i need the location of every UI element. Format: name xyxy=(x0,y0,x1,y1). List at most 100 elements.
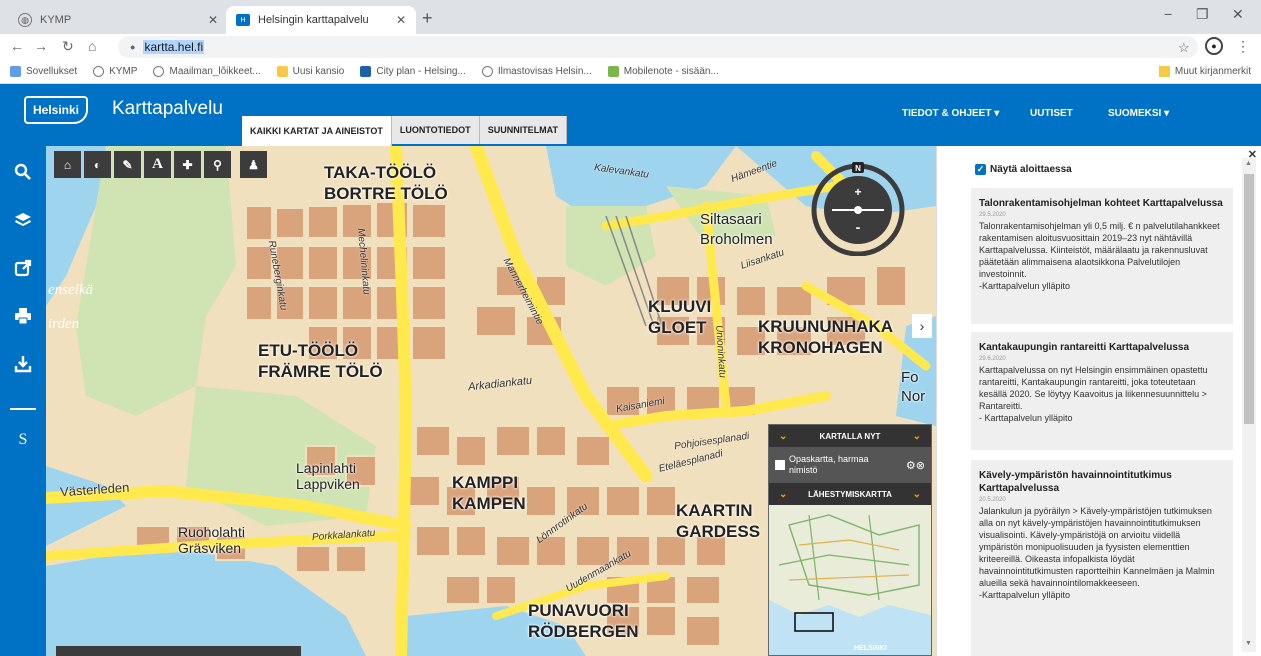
new-tab-icon[interactable]: + xyxy=(422,8,433,29)
measure-button[interactable]: ✚ xyxy=(174,151,201,178)
globe-icon: ◍ xyxy=(18,13,32,27)
district-label-etu-toolo: ETU-TÖÖLÖ FRÄMRE TÖLÖ xyxy=(258,341,383,381)
bookmark-item[interactable]: KYMP xyxy=(93,66,137,77)
share-button[interactable] xyxy=(0,250,46,286)
show-at-start-toggle[interactable]: ✓ Näytä aloittaessa xyxy=(975,164,1072,175)
other-bookmarks[interactable]: Muut kirjanmerkit xyxy=(1158,66,1251,77)
water-label: irden xyxy=(48,316,80,332)
minimize-icon[interactable]: − xyxy=(1164,6,1172,22)
url-text[interactable]: kartta.hel.fi xyxy=(143,40,205,54)
maximize-icon[interactable]: ❐ xyxy=(1196,6,1209,23)
district-label-ruoholahti: Ruoholahti Gräsviken xyxy=(178,524,245,556)
print-button[interactable] xyxy=(0,298,46,334)
pencil-icon: ✎ xyxy=(122,157,133,172)
search-button[interactable] xyxy=(0,154,46,190)
browser-tab-kymp[interactable]: ◍ KYMP ✕ xyxy=(8,6,228,34)
overview-minimap[interactable]: HELSINKI xyxy=(769,505,931,655)
browser-tab-karttapalvelu[interactable]: H Helsingin karttapalvelu ✕ xyxy=(226,6,416,34)
bookmark-star-icon[interactable]: ☆ xyxy=(1178,40,1190,56)
bookmark-item[interactable]: City plan - Helsing... xyxy=(360,66,466,77)
person-icon: ♟ xyxy=(248,157,259,172)
scroll-up-icon[interactable]: ▲ xyxy=(1245,160,1252,167)
bookmark-item[interactable]: Sovellukset xyxy=(10,66,77,77)
language-short-button[interactable]: S xyxy=(0,422,46,458)
svg-text:HELSINKI: HELSINKI xyxy=(854,645,887,652)
district-label-siltasaari: Siltasaari Broholmen xyxy=(700,211,773,248)
reload-icon[interactable]: ↻ xyxy=(62,38,74,55)
bookmark-item[interactable]: Ilmastovisas Helsin... xyxy=(481,66,592,77)
news-card-title: Kävely-ympäristön havainnointitutkimus K… xyxy=(979,470,1172,494)
minimap-header[interactable]: ⌄ LÄHESTYMISKARTTA ⌄ xyxy=(769,483,931,505)
home-icon[interactable]: ⌂ xyxy=(88,38,96,54)
news-scrollbar[interactable]: ▲ ▼ xyxy=(1242,158,1256,652)
draw-button[interactable]: ✎ xyxy=(114,151,141,178)
browser-menu-icon[interactable]: ⋮ xyxy=(1236,38,1250,55)
water-label: enselkä xyxy=(48,282,93,298)
news-card-date: 29.5.2020 xyxy=(979,212,1006,218)
on-map-header[interactable]: ⌄ KARTALLA NYT ⌄ xyxy=(769,425,931,447)
home-view-button[interactable]: ⌂ xyxy=(54,151,81,178)
district-label-kaartinkaupunki: KAARTIN GARDESS xyxy=(676,501,761,541)
forward-icon[interactable]: → xyxy=(34,38,48,54)
checkbox-checked-icon[interactable]: ✓ xyxy=(975,164,986,175)
contrast-button[interactable]: ◐ xyxy=(84,151,111,178)
news-card-title: Kantakaupungin rantareitti Karttapalvelu… xyxy=(979,342,1190,353)
district-label-kamppi: KAMPPI KAMPEN xyxy=(452,473,526,513)
news-card-signature: -Karttapalvelun ylläpito xyxy=(979,590,1071,600)
back-icon[interactable]: ← xyxy=(10,38,24,54)
download-button[interactable] xyxy=(0,346,46,382)
nav-news[interactable]: UUTISET xyxy=(1030,108,1073,119)
contrast-icon: ◐ xyxy=(93,157,102,172)
news-card-body: Karttapalvelussa on nyt Helsingin ensimm… xyxy=(979,365,1208,411)
tab-nature-data[interactable]: LUONTOTIEDOT xyxy=(391,116,480,144)
news-card-title: Talonrakentamisohjelman kohteet Karttapa… xyxy=(979,198,1223,209)
text-button[interactable]: A xyxy=(144,151,171,178)
streetview-button[interactable]: ♟ xyxy=(240,151,267,178)
bookmark-item[interactable]: Maailman_lõikkeet... xyxy=(153,66,261,77)
district-label-kluuvi: KLUUVI GLOET xyxy=(648,297,712,337)
close-icon[interactable]: ✕ xyxy=(396,13,406,27)
share-icon xyxy=(14,259,32,277)
helsinki-logo[interactable]: Helsinki xyxy=(24,96,88,124)
apps-grid-icon xyxy=(10,66,21,77)
marker-button[interactable]: ⚲ xyxy=(204,151,231,178)
folder-icon xyxy=(1158,66,1170,77)
globe-icon xyxy=(481,66,493,77)
scroll-down-icon[interactable]: ▼ xyxy=(1245,640,1252,647)
chevron-down-icon: ⌄ xyxy=(779,430,788,442)
measure-icon: ✚ xyxy=(182,157,193,172)
compass-zoom-control[interactable]: N + - xyxy=(810,160,906,256)
profile-avatar-icon[interactable]: ● xyxy=(1205,37,1223,55)
chevron-down-icon: ⌄ xyxy=(912,430,921,442)
close-icon[interactable]: ✕ xyxy=(208,13,218,27)
map-view[interactable]: enselkä irden TAKA-TÖÖLÖ BORTRE TÖLÖ Silt… xyxy=(46,146,936,656)
svg-text:-: - xyxy=(856,219,861,235)
tab-title: KYMP xyxy=(40,14,72,26)
browser-omnibar: ← → ↻ ⌂ ● kartta.hel.fi ☆ ● ⋮ xyxy=(0,34,1261,60)
layer-checkbox[interactable] xyxy=(775,460,785,470)
address-bar[interactable]: ● kartta.hel.fi xyxy=(118,36,1198,58)
bookmark-item[interactable]: Uusi kansio xyxy=(276,66,344,77)
layers-button[interactable] xyxy=(0,202,46,238)
nav-language[interactable]: SUOMEKSI ▾ xyxy=(1108,108,1169,119)
tab-plans[interactable]: SUUNNITELMAT xyxy=(479,116,568,144)
district-label-kruununhaka: KRUUNUNHAKA KRONOHAGEN xyxy=(758,317,894,357)
news-card[interactable]: Kantakaupungin rantareitti Karttapalvelu… xyxy=(971,332,1233,450)
tab-all-maps[interactable]: KAIKKI KARTAT JA AINEISTOT xyxy=(242,116,392,146)
settings-gear-icon[interactable]: ⚙⊗ xyxy=(906,459,925,472)
news-card[interactable]: Kävely-ympäristön havainnointitutkimus K… xyxy=(971,460,1233,656)
left-toolbar: S xyxy=(0,146,46,656)
chevron-right-icon[interactable]: › xyxy=(912,314,932,338)
cityplan-icon xyxy=(360,66,372,77)
window-close-icon[interactable]: ✕ xyxy=(1232,6,1244,23)
download-icon xyxy=(14,356,32,373)
news-card-signature: -Karttapalvelun ylläpito xyxy=(979,281,1071,291)
news-card-date: 29.6.2020 xyxy=(979,356,1006,362)
news-card[interactable]: Talonrakentamisohjelman kohteet Karttapa… xyxy=(971,188,1233,324)
mobilenote-icon xyxy=(607,66,619,77)
scrollbar-thumb[interactable] xyxy=(1244,174,1254,424)
active-layer-row[interactable]: Opaskartta, harmaa nimistö ⚙⊗ xyxy=(769,447,931,483)
bookmark-item[interactable]: Mobilenote - sisään... xyxy=(607,66,719,77)
nav-info-help[interactable]: TIEDOT & OHJEET ▾ xyxy=(902,108,999,119)
text-icon: A xyxy=(152,156,163,172)
